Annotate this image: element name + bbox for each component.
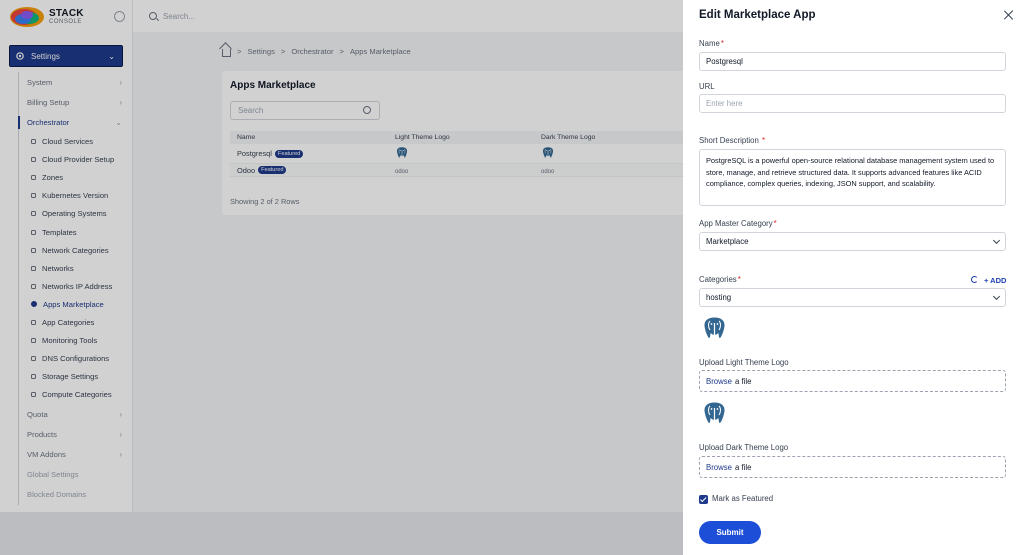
- upload-hint: a file: [735, 376, 752, 386]
- categories-value: hosting: [706, 293, 732, 302]
- url-label: URL: [699, 82, 715, 91]
- add-category-button[interactable]: + ADD: [984, 276, 1006, 285]
- dark-logo-preview-icon: [701, 400, 728, 428]
- master-category-value: Marketplace: [706, 237, 749, 246]
- light-logo-preview-icon: [701, 315, 728, 343]
- refresh-icon[interactable]: [971, 276, 978, 283]
- featured-checkbox[interactable]: [699, 495, 708, 504]
- description-label: Short Description *: [699, 136, 766, 145]
- url-field[interactable]: Enter here: [699, 94, 1006, 113]
- categories-select[interactable]: hosting: [699, 288, 1006, 307]
- chevron-down-icon: [992, 236, 1001, 245]
- drawer-title: Edit Marketplace App: [699, 9, 816, 21]
- description-field[interactable]: PostgreSQL is a powerful open-source rel…: [699, 149, 1006, 206]
- light-logo-upload[interactable]: Browse a file: [699, 370, 1006, 392]
- dark-logo-label: Upload Dark Theme Logo: [699, 443, 789, 452]
- categories-label: Categories*: [699, 275, 741, 284]
- dark-logo-upload[interactable]: Browse a file: [699, 456, 1006, 478]
- light-logo-label: Upload Light Theme Logo: [699, 358, 789, 367]
- submit-button[interactable]: Submit: [699, 521, 761, 544]
- browse-link[interactable]: Browse: [706, 377, 732, 386]
- close-icon[interactable]: [1004, 10, 1014, 20]
- featured-label[interactable]: Mark as Featured: [712, 494, 773, 503]
- name-label: Name*: [699, 39, 724, 48]
- master-category-select[interactable]: Marketplace: [699, 232, 1006, 251]
- master-category-label: App Master Category*: [699, 219, 777, 228]
- chevron-down-icon: [992, 292, 1001, 301]
- edit-app-drawer: Edit Marketplace App Name* Postgresql UR…: [683, 0, 1024, 555]
- browse-link[interactable]: Browse: [706, 463, 732, 472]
- upload-hint: a file: [735, 462, 752, 472]
- name-field[interactable]: Postgresql: [699, 52, 1006, 71]
